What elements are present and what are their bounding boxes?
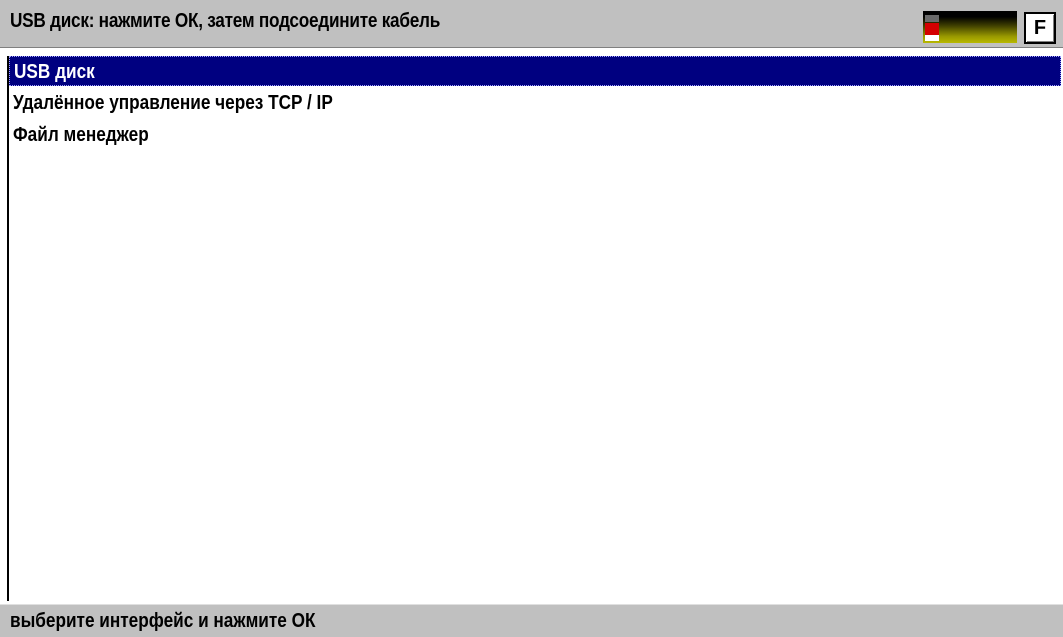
status-bar: выберите интерфейс и нажмите ОК: [0, 604, 1063, 637]
menu-item-remote-control-tcp-ip[interactable]: Удалённое управление через TCP / IP: [9, 88, 1061, 118]
battery-level-icon: [923, 11, 1017, 43]
header-bar: USB диск: нажмите ОК, затем подсоедините…: [0, 0, 1063, 48]
level-marker-top: [925, 15, 939, 22]
menu-item-label: Удалённое управление через TCP / IP: [13, 92, 333, 114]
menu-item-file-manager[interactable]: Файл менеджер: [9, 120, 1061, 150]
level-marker-red: [925, 23, 939, 35]
menu-item-usb-disk[interactable]: USB диск: [9, 56, 1061, 86]
interface-menu-list: USB диск Удалённое управление через TCP …: [7, 56, 1063, 601]
page-title: USB диск: нажмите ОК, затем подсоедините…: [10, 10, 441, 32]
app-screen: USB диск: нажмите ОК, затем подсоедините…: [0, 0, 1063, 637]
menu-item-label: USB диск: [14, 61, 95, 83]
f-function-button[interactable]: F: [1024, 12, 1056, 44]
status-hint: выберите интерфейс и нажмите ОК: [10, 610, 316, 632]
menu-item-label: Файл менеджер: [13, 124, 149, 146]
level-marker-bottom: [925, 35, 939, 41]
